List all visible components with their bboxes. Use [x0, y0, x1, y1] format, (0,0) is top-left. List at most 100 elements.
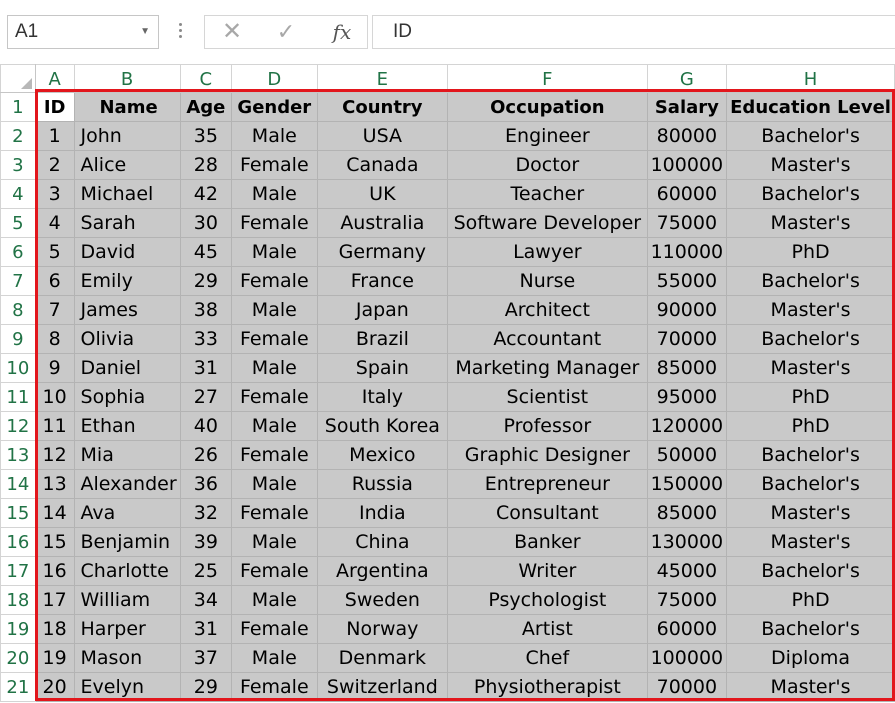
data-cell[interactable]: Mexico	[316, 440, 449, 470]
select-all-corner[interactable]	[0, 64, 36, 93]
data-cell[interactable]: Male	[231, 295, 318, 325]
data-cell[interactable]: Spain	[316, 353, 449, 383]
data-cell[interactable]: 50000	[646, 440, 728, 470]
data-cell[interactable]: Female	[231, 556, 318, 586]
data-cell[interactable]: Male	[231, 527, 318, 557]
data-cell[interactable]: James	[73, 295, 181, 325]
data-cell[interactable]: Female	[231, 498, 318, 528]
header-cell[interactable]: Country	[316, 92, 449, 122]
select-all-icon[interactable]	[20, 78, 32, 89]
data-cell[interactable]: 70000	[646, 672, 728, 702]
formula-bar-drag-handle-icon[interactable]	[175, 20, 185, 44]
data-cell[interactable]: 34	[179, 585, 233, 615]
data-cell[interactable]: Graphic Designer	[447, 440, 648, 470]
data-cell[interactable]: Sophia	[73, 382, 181, 412]
row-header[interactable]: 11	[0, 382, 36, 412]
column-header-d[interactable]: D	[231, 64, 318, 93]
data-cell[interactable]: Alexander	[73, 469, 181, 499]
row-header[interactable]: 16	[0, 527, 36, 557]
data-cell[interactable]: Female	[231, 672, 318, 702]
data-cell[interactable]: Sweden	[316, 585, 449, 615]
data-cell[interactable]: Diploma	[726, 643, 895, 673]
row-header[interactable]: 7	[0, 266, 36, 296]
data-cell[interactable]: Australia	[316, 208, 449, 238]
data-cell[interactable]: 25	[179, 556, 233, 586]
data-cell[interactable]: Germany	[316, 237, 449, 267]
row-header[interactable]: 17	[0, 556, 36, 586]
data-cell[interactable]: 95000	[646, 382, 728, 412]
data-cell[interactable]: Architect	[447, 295, 648, 325]
data-cell[interactable]: 29	[179, 266, 233, 296]
data-cell[interactable]: Female	[231, 440, 318, 470]
data-cell[interactable]: Bachelor's	[726, 121, 895, 151]
row-header[interactable]: 4	[0, 179, 36, 209]
data-cell[interactable]: Female	[231, 266, 318, 296]
row-header[interactable]: 6	[0, 237, 36, 267]
data-cell[interactable]: Male	[231, 411, 318, 441]
data-cell[interactable]: 15	[34, 527, 75, 557]
data-cell[interactable]: Teacher	[447, 179, 648, 209]
data-cell[interactable]: 100000	[646, 150, 728, 180]
row-header[interactable]: 3	[0, 150, 36, 180]
data-cell[interactable]: Professor	[447, 411, 648, 441]
data-cell[interactable]: 19	[34, 643, 75, 673]
row-header[interactable]: 10	[0, 353, 36, 383]
cancel-icon[interactable]: ✕	[217, 16, 247, 48]
data-cell[interactable]: Master's	[726, 527, 895, 557]
data-cell[interactable]: France	[316, 266, 449, 296]
data-cell[interactable]: Italy	[316, 382, 449, 412]
insert-function-icon[interactable]: fx	[325, 16, 359, 48]
data-cell[interactable]: 18	[34, 614, 75, 644]
data-cell[interactable]: 35	[179, 121, 233, 151]
header-cell[interactable]: Education Level	[726, 92, 895, 122]
data-cell[interactable]: 38	[179, 295, 233, 325]
data-cell[interactable]: 28	[179, 150, 233, 180]
data-cell[interactable]: 33	[179, 324, 233, 354]
data-cell[interactable]: 39	[179, 527, 233, 557]
data-cell[interactable]: 6	[34, 266, 75, 296]
data-cell[interactable]: 100000	[646, 643, 728, 673]
header-cell[interactable]: Gender	[231, 92, 318, 122]
data-cell[interactable]: Evelyn	[73, 672, 181, 702]
data-cell[interactable]: Harper	[73, 614, 181, 644]
data-cell[interactable]: 31	[179, 614, 233, 644]
data-cell[interactable]: David	[73, 237, 181, 267]
data-cell[interactable]: Brazil	[316, 324, 449, 354]
data-cell[interactable]: Olivia	[73, 324, 181, 354]
enter-check-icon[interactable]: ✓	[271, 16, 301, 48]
data-cell[interactable]: Alice	[73, 150, 181, 180]
formula-input[interactable]: ID	[372, 15, 895, 49]
data-cell[interactable]: 20	[34, 672, 75, 702]
column-header-c[interactable]: C	[179, 64, 233, 93]
data-cell[interactable]: Canada	[316, 150, 449, 180]
data-cell[interactable]: Argentina	[316, 556, 449, 586]
data-cell[interactable]: 8	[34, 324, 75, 354]
data-cell[interactable]: Bachelor's	[726, 266, 895, 296]
header-cell[interactable]: ID	[34, 92, 75, 122]
data-cell[interactable]: Software Developer	[447, 208, 648, 238]
header-cell[interactable]: Name	[73, 92, 181, 122]
data-cell[interactable]: Master's	[726, 150, 895, 180]
data-cell[interactable]: 17	[34, 585, 75, 615]
data-cell[interactable]: Russia	[316, 469, 449, 499]
header-cell[interactable]: Age	[179, 92, 233, 122]
data-cell[interactable]: 9	[34, 353, 75, 383]
data-cell[interactable]: Mason	[73, 643, 181, 673]
data-cell[interactable]: Engineer	[447, 121, 648, 151]
data-cell[interactable]: Female	[231, 614, 318, 644]
data-cell[interactable]: 90000	[646, 295, 728, 325]
data-cell[interactable]: 37	[179, 643, 233, 673]
data-cell[interactable]: Psychologist	[447, 585, 648, 615]
data-cell[interactable]: Male	[231, 469, 318, 499]
column-header-f[interactable]: F	[447, 64, 648, 93]
data-cell[interactable]: Female	[231, 150, 318, 180]
data-cell[interactable]: Daniel	[73, 353, 181, 383]
row-header[interactable]: 14	[0, 469, 36, 499]
data-cell[interactable]: 30	[179, 208, 233, 238]
data-cell[interactable]: PhD	[726, 411, 895, 441]
data-cell[interactable]: India	[316, 498, 449, 528]
data-cell[interactable]: Bachelor's	[726, 469, 895, 499]
data-cell[interactable]: Master's	[726, 672, 895, 702]
data-cell[interactable]: PhD	[726, 585, 895, 615]
data-cell[interactable]: Male	[231, 643, 318, 673]
